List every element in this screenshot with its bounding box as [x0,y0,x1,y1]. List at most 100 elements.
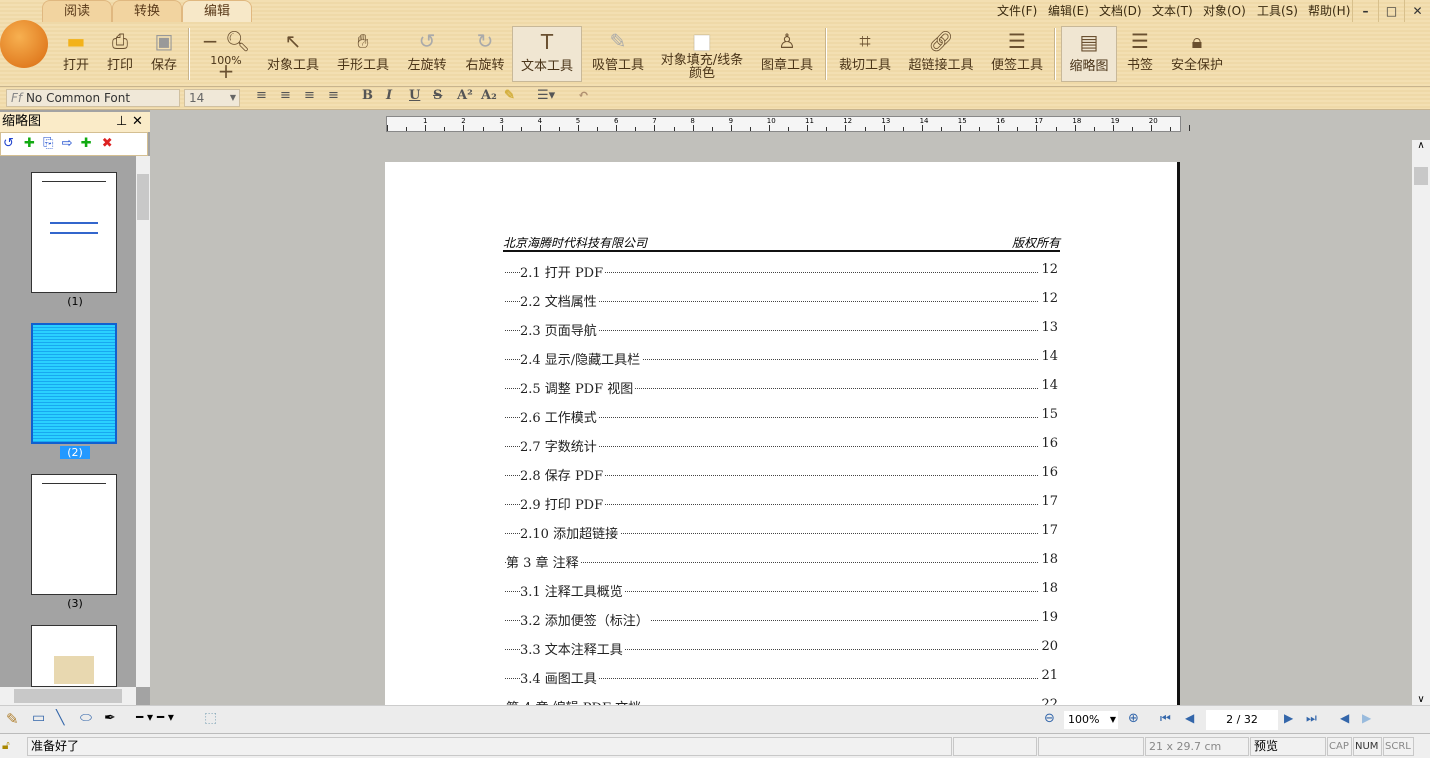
undo-icon[interactable]: ↶ [578,88,589,103]
panel-horizontal-scrollbar[interactable] [0,687,136,705]
toc-entry[interactable]: 2.4 显示/隐藏工具栏 14 [385,349,1180,369]
maximize-button[interactable]: □ [1378,0,1404,22]
zoom-out-icon[interactable]: ⊖ [1044,711,1055,726]
text-tool-button[interactable]: T 文本工具 [512,26,582,82]
toc-entry[interactable]: 2.7 字数统计 16 [385,436,1180,456]
menu-help[interactable]: 帮助(H) [1308,2,1350,19]
insert-page-icon[interactable]: ✚ [24,136,35,151]
toc-entry[interactable]: 2.6 工作模式 15 [385,407,1180,427]
bold-icon[interactable]: B [362,88,373,103]
rotate-icon[interactable]: ↺ [3,136,14,151]
page-thumbnail-4[interactable] [31,625,117,687]
font-value: No Common Font [25,91,131,105]
line-style-icon[interactable]: ━ ▾ ━ ▾ [136,710,174,724]
open-button[interactable]: ▬ 打开 [56,26,96,82]
underline-icon[interactable]: U [409,88,420,103]
close-button[interactable]: ✕ [1404,0,1430,22]
menu-tools[interactable]: 工具(S) [1257,2,1298,19]
align-left-icon[interactable]: ≡ [256,88,267,103]
ruler-tick [406,127,408,131]
hand-tool-button[interactable]: ✋︎ 手形工具 [332,26,394,82]
tab-edit[interactable]: 编辑 [182,0,252,22]
next-page-icon[interactable]: ▶ [1284,711,1293,725]
ruler-label: 20 [1148,117,1158,125]
toc-entry[interactable]: 2.8 保存 PDF 16 [385,465,1180,485]
back-icon[interactable]: ◀ [1340,711,1349,725]
toc-entry[interactable]: 第 3 章 注释 18 [385,552,1180,572]
tab-read[interactable]: 阅读 [42,0,112,22]
menu-file[interactable]: 文件(F) [997,2,1037,19]
zoom-control[interactable]: − 🔍︎ +100% [194,26,258,83]
app-logo[interactable] [0,20,48,68]
menu-document[interactable]: 文档(D) [1099,2,1142,19]
delete-page-icon[interactable]: ✖ [102,136,113,151]
crop-tool-button[interactable]: ⌗ 裁切工具 [834,26,896,82]
ellipse-icon[interactable]: ⬭ [80,710,92,726]
pen-icon[interactable]: ✒ [104,710,116,726]
menu-object[interactable]: 对象(O) [1203,2,1246,19]
toc-entry[interactable]: 2.10 添加超链接 17 [385,523,1180,543]
rectangle-icon[interactable]: ▭ [32,710,45,726]
menu-text[interactable]: 文本(T) [1152,2,1193,19]
document-scrollbar[interactable]: ∧ ∨ [1412,140,1430,705]
minimize-button[interactable]: – [1352,0,1378,22]
align-center-icon[interactable]: ≡ [280,88,291,103]
line-icon[interactable]: ╲ [56,710,64,726]
page-number-input[interactable]: 2 / 32 [1206,710,1278,730]
panel-close-icon[interactable]: ✕ [132,112,143,132]
object-tool-button[interactable]: ↖ 对象工具 [262,26,324,82]
toc-entry[interactable]: 2.9 打印 PDF 17 [385,494,1180,514]
security-button[interactable]: 🔒︎ 安全保护 [1166,26,1228,82]
eyedropper-button[interactable]: ✎ 吸管工具 [588,26,648,82]
thumbnails-button[interactable]: ▤ 缩略图 [1061,26,1117,82]
ruler-tick [730,125,732,131]
prev-page-icon[interactable]: ◀ [1185,711,1194,725]
toc-entry[interactable]: 3.4 画图工具 21 [385,668,1180,688]
justify-icon[interactable]: ≡ [328,88,339,103]
pin-icon[interactable]: ⊥ [116,112,127,132]
highlight-icon[interactable]: ✎ [504,88,515,103]
toc-entry[interactable]: 2.3 页面导航 13 [385,320,1180,340]
save-button[interactable]: ▣ 保存 [144,26,184,82]
replace-icon[interactable]: ✚ [81,136,92,151]
rotate-left-button[interactable]: ↺ 左旋转 [402,26,452,82]
forward-icon[interactable]: ▶ [1362,711,1371,725]
fill-color-button[interactable]: ■ 对象填充/线条 颜色 [654,26,750,82]
stamp-tool-button[interactable]: ♙ 图章工具 [756,26,818,82]
ruler-tick [1189,125,1191,131]
extract-icon[interactable]: ⇨ [62,136,73,151]
insert-file-icon[interactable]: ⎘ [43,136,53,151]
note-tool-button[interactable]: ☰ 便签工具 [986,26,1048,82]
page-thumbnail-2-selected[interactable] [31,323,117,444]
line-spacing-icon[interactable]: ☰▾ [537,88,555,103]
toc-entry[interactable]: 3.2 添加便签（标注） 19 [385,610,1180,630]
font-size-select[interactable]: 14 ▼ [184,89,240,107]
pencil-icon[interactable]: ✎ [6,710,19,728]
font-select[interactable]: Ff No Common Font [6,89,180,107]
page-thumbnail-3[interactable] [31,474,117,595]
subscript-icon[interactable]: A₂ [481,88,497,103]
page-thumbnail-1[interactable] [31,172,117,293]
toc-entry[interactable]: 2.1 打开 PDF 12 [385,262,1180,282]
zoom-in-icon[interactable]: ⊕ [1128,711,1139,726]
panel-scrollbar[interactable] [136,156,150,687]
first-page-icon[interactable]: ⏮ [1160,711,1171,726]
toc-entry[interactable]: 3.1 注释工具概览 18 [385,581,1180,601]
toc-entry[interactable]: 3.3 文本注释工具 20 [385,639,1180,659]
link-tool-button[interactable]: 🔗︎ 超链接工具 [904,26,978,82]
rotate-right-button[interactable]: ↻ 右旋转 [460,26,510,82]
last-page-icon[interactable]: ⏭ [1306,711,1317,726]
italic-icon[interactable]: I [386,88,392,103]
print-button[interactable]: ⎙ 打印 [100,26,140,82]
toc-entry[interactable]: 2.5 调整 PDF 视图 14 [385,378,1180,398]
tab-convert[interactable]: 转换 [112,0,182,22]
select-area-icon[interactable]: ⬚ [204,710,217,726]
menu-edit[interactable]: 编辑(E) [1048,2,1089,19]
superscript-icon[interactable]: A² [457,88,473,103]
strikethrough-icon[interactable]: S [433,88,442,103]
toc-entry[interactable]: 第 4 章 编辑 PDF 文档 22 [385,697,1180,705]
zoom-select[interactable]: 100% ▼ [1064,711,1118,729]
toc-entry[interactable]: 2.2 文档属性 12 [385,291,1180,311]
align-right-icon[interactable]: ≡ [304,88,315,103]
bookmarks-button[interactable]: ☰ 书签 [1120,26,1160,82]
